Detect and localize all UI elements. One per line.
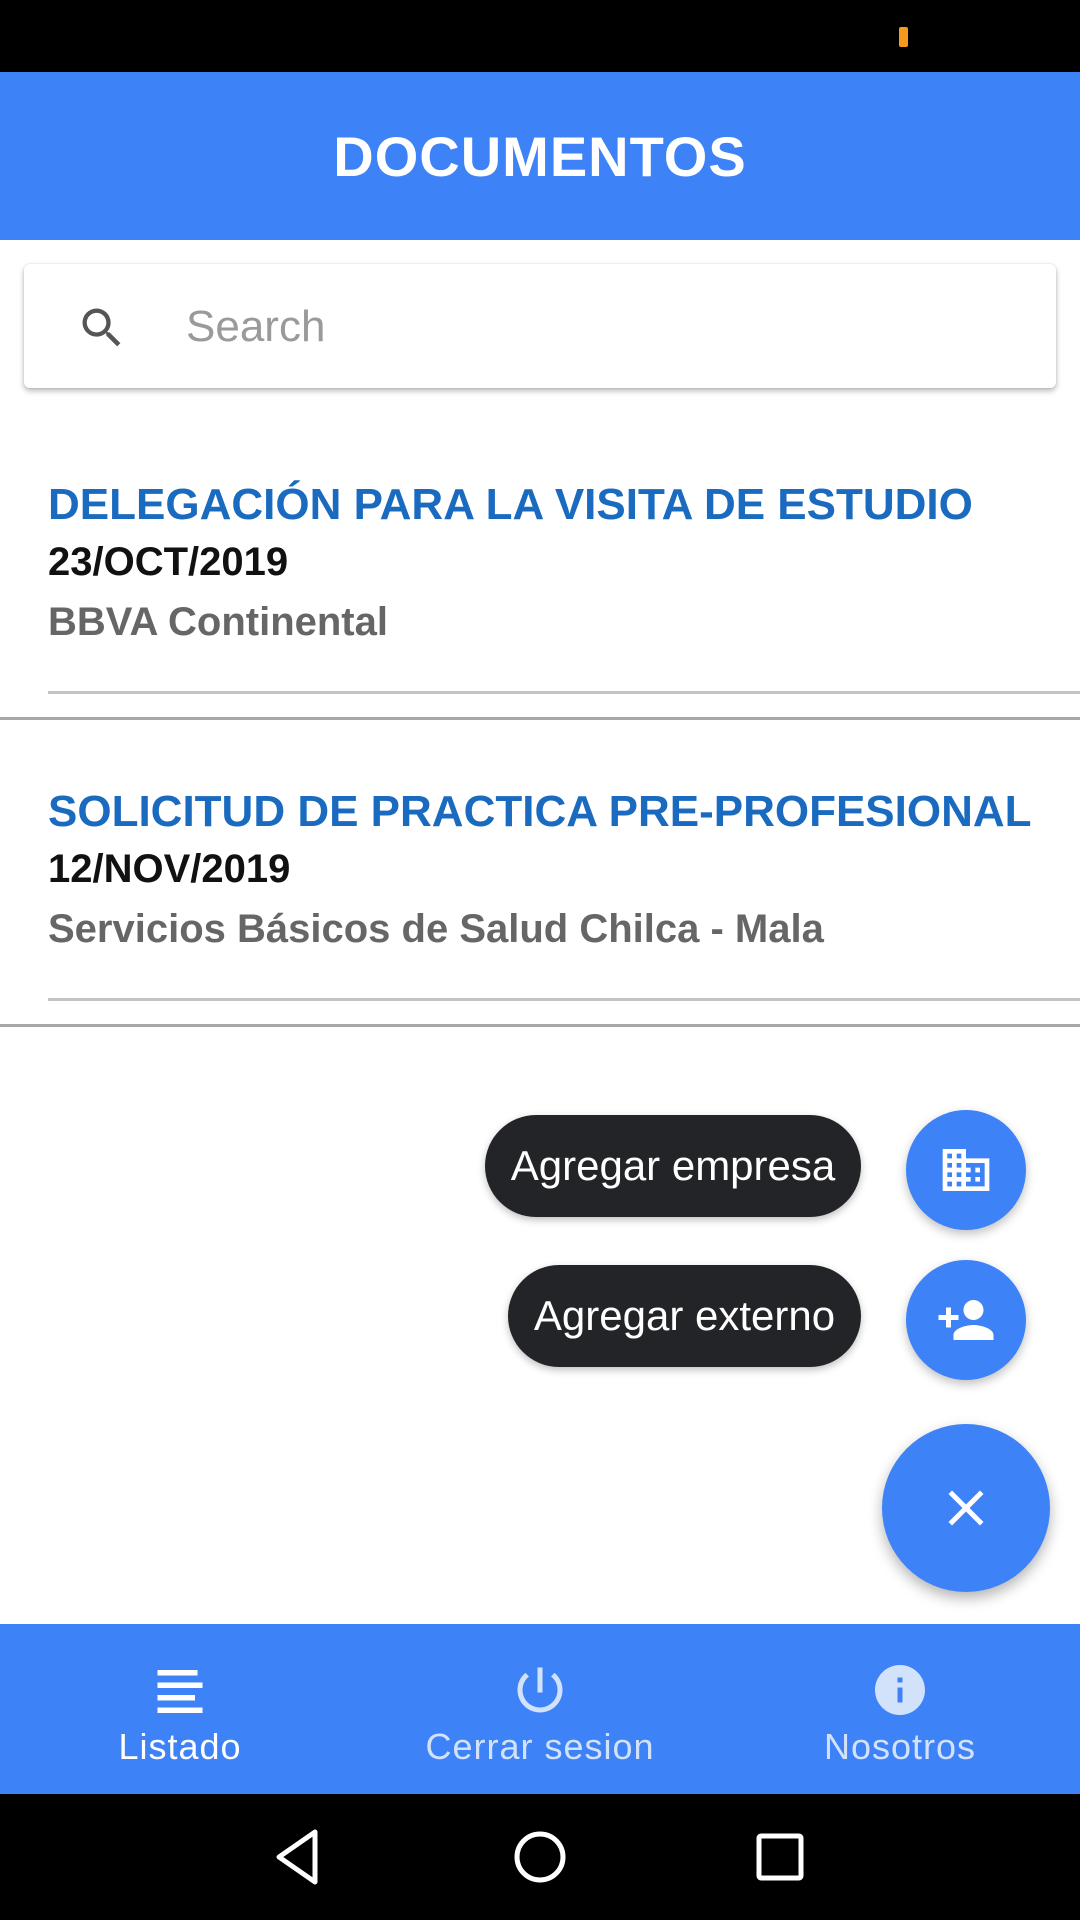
nav-label: Nosotros xyxy=(823,1726,977,1767)
close-speed-dial-button[interactable] xyxy=(882,1424,1050,1592)
nav-label: Cerrar sesion xyxy=(425,1726,655,1767)
search-icon[interactable] xyxy=(76,302,128,354)
list-divider xyxy=(0,1024,1080,1027)
nav-item-nosotros[interactable]: Nosotros xyxy=(720,1624,1080,1794)
home-icon[interactable] xyxy=(505,1822,575,1892)
status-bar xyxy=(0,0,1080,72)
search-input[interactable] xyxy=(186,290,1026,364)
document-title: SOLICITUD DE PRACTICA PRE-PROFESIONAL xyxy=(48,787,1032,836)
document-date: 12/NOV/2019 xyxy=(48,847,291,891)
list-item[interactable]: SOLICITUD DE PRACTICA PRE-PROFESIONAL 12… xyxy=(0,720,1080,1025)
document-company: BBVA Continental xyxy=(48,600,388,644)
document-company: Servicios Básicos de Salud Chilca - Mala xyxy=(48,907,824,951)
info-icon xyxy=(875,1665,925,1715)
add-company-label[interactable]: Agregar empresa xyxy=(485,1115,861,1217)
screen: DOCUMENTOS DELEGACIÓN PARA LA VISITA DE … xyxy=(0,0,1080,1920)
nav-label: Listado xyxy=(118,1726,242,1767)
back-icon[interactable] xyxy=(263,1822,333,1892)
list-item[interactable]: DELEGACIÓN PARA LA VISITA DE ESTUDIO 23/… xyxy=(0,388,1080,720)
list-icon xyxy=(157,1670,203,1713)
document-title: DELEGACIÓN PARA LA VISITA DE ESTUDIO xyxy=(48,480,973,529)
document-date: 23/OCT/2019 xyxy=(48,540,289,584)
business-icon xyxy=(942,1149,990,1191)
nav-item-cerrar-sesion[interactable]: Cerrar sesion xyxy=(360,1624,720,1794)
power-icon xyxy=(517,1667,563,1713)
close-icon xyxy=(948,1490,984,1526)
item-divider xyxy=(48,998,1080,1001)
app-bar: DOCUMENTOS xyxy=(0,72,1080,240)
add-company-button[interactable] xyxy=(906,1110,1026,1230)
nav-item-listado[interactable]: Listado xyxy=(0,1624,360,1794)
page-title: DOCUMENTOS xyxy=(333,124,747,188)
item-divider xyxy=(48,691,1080,694)
person-add-icon xyxy=(938,1300,994,1340)
recents-icon[interactable] xyxy=(745,1822,815,1892)
add-external-button[interactable] xyxy=(906,1260,1026,1380)
system-navigation-bar xyxy=(0,1794,1080,1920)
bottom-navigation: Listado Cerrar sesion Nosotros xyxy=(0,1624,1080,1794)
add-external-label[interactable]: Agregar externo xyxy=(508,1265,861,1367)
battery-low-indicator xyxy=(899,27,908,47)
